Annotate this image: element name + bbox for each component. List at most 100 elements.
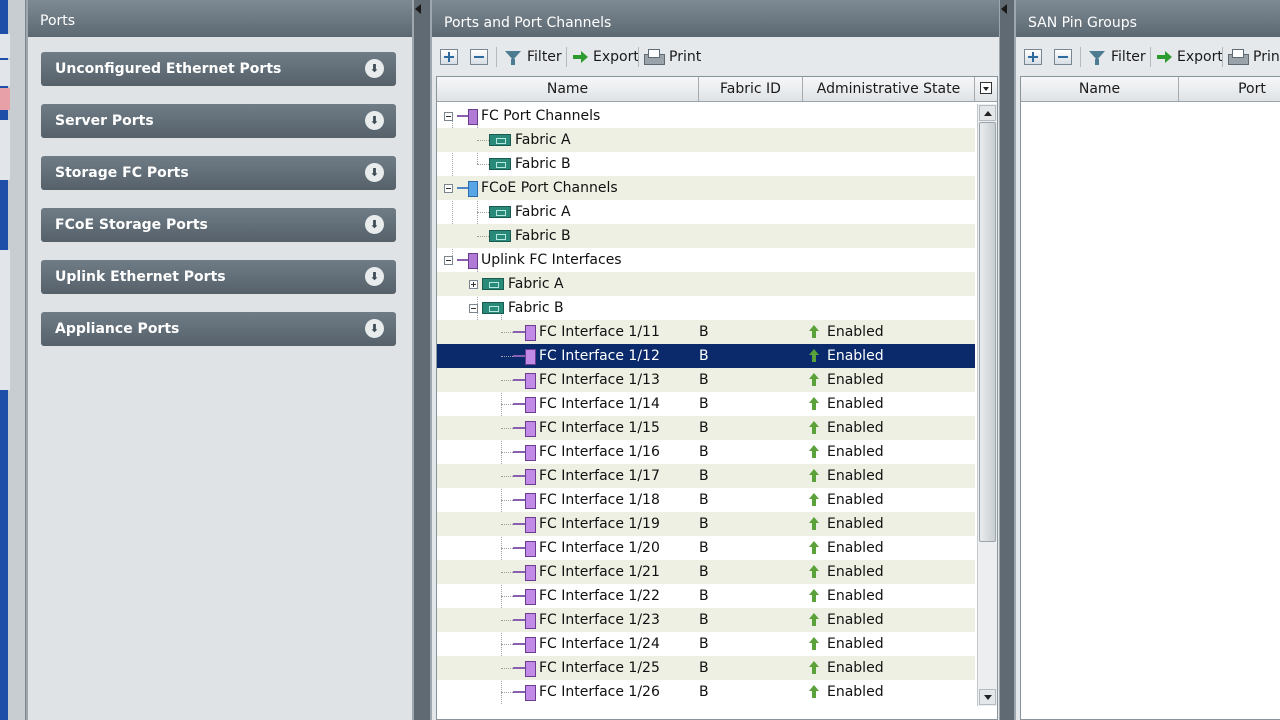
section-storage-fc-ports[interactable]: Storage FC Ports ⬇ <box>41 156 396 190</box>
column-header-administrative-state[interactable]: Administrative State <box>803 77 975 101</box>
remove-button[interactable] <box>470 47 488 67</box>
enabled-up-arrow-icon <box>809 661 819 675</box>
fabric-id-cell: B <box>699 348 709 364</box>
table-row[interactable]: FC Interface 1/25 B Enabled <box>437 656 975 680</box>
table-row[interactable]: FC Interface 1/21 B Enabled <box>437 560 975 584</box>
interface-name: FC Interface 1/25 <box>539 660 660 676</box>
fc-interface-icon <box>513 325 536 341</box>
section-server-ports[interactable]: Server Ports ⬇ <box>41 104 396 138</box>
section-unconfigured-ethernet-ports[interactable]: Unconfigured Ethernet Ports ⬇ <box>41 52 396 86</box>
fc-interface-icon <box>513 541 536 557</box>
column-header-fabric-id[interactable]: Fabric ID <box>699 77 803 101</box>
administrative-state-cell: Enabled <box>827 684 884 700</box>
collapse-toggle-icon[interactable] <box>444 183 453 193</box>
scrollbar-thumb[interactable] <box>979 122 996 542</box>
main-toolbar: Filter Export Print <box>432 37 999 75</box>
plus-icon <box>440 49 458 65</box>
table-row[interactable]: FC Interface 1/15 B Enabled <box>437 416 975 440</box>
table-row[interactable]: FC Interface 1/19 B Enabled <box>437 512 975 536</box>
tree-row-fc-pc-fabric-a[interactable]: Fabric A <box>437 128 975 152</box>
tree-row-fcoe-pc-fabric-a[interactable]: Fabric A <box>437 200 975 224</box>
collapse-left-arrow-icon[interactable] <box>415 4 421 14</box>
fabric-id-cell: B <box>699 372 709 388</box>
chevron-down-icon: ⬇ <box>365 111 384 130</box>
section-uplink-ethernet-ports[interactable]: Uplink Ethernet Ports ⬇ <box>41 260 396 294</box>
fabric-id-cell: B <box>699 684 709 700</box>
fabric-id-cell: B <box>699 612 709 628</box>
san-print-button[interactable]: Prin <box>1228 47 1280 67</box>
table-row[interactable]: FC Interface 1/13 B Enabled <box>437 368 975 392</box>
column-header-name[interactable]: Name <box>437 77 699 101</box>
san-add-button[interactable] <box>1024 47 1042 67</box>
san-filter-button[interactable]: Filter <box>1088 47 1146 67</box>
interface-name: FC Interface 1/17 <box>539 468 660 484</box>
administrative-state-cell: Enabled <box>827 396 884 412</box>
table-row[interactable]: FC Interface 1/16 B Enabled <box>437 440 975 464</box>
enabled-up-arrow-icon <box>809 469 819 483</box>
collapse-toggle-icon[interactable] <box>444 255 453 265</box>
table-row[interactable]: FC Interface 1/26 B Enabled <box>437 680 975 704</box>
chevron-down-icon: ⬇ <box>365 215 384 234</box>
fc-interface-icon <box>513 517 536 533</box>
table-row[interactable]: FC Interface 1/14 B Enabled <box>437 392 975 416</box>
san-remove-button[interactable] <box>1054 47 1072 67</box>
section-appliance-ports[interactable]: Appliance Ports ⬇ <box>41 312 396 346</box>
tree-row-uplink-fabric-b[interactable]: Fabric B <box>437 296 975 320</box>
interface-name: FC Interface 1/23 <box>539 612 660 628</box>
tree-row-uplink-fabric-a[interactable]: Fabric A <box>437 272 975 296</box>
app-window: Ports Unconfigured Ethernet Ports ⬇ Serv… <box>0 0 1280 720</box>
vertical-scrollbar[interactable] <box>977 104 997 706</box>
expand-toggle-icon[interactable] <box>469 279 478 289</box>
fabric-id-cell: B <box>699 420 709 436</box>
table-row[interactable]: FC Interface 1/24 B Enabled <box>437 632 975 656</box>
table-row[interactable]: FC Interface 1/20 B Enabled <box>437 536 975 560</box>
add-button[interactable] <box>440 47 458 67</box>
enabled-up-arrow-icon <box>809 637 819 651</box>
table-row[interactable]: FC Interface 1/12 B Enabled <box>437 344 975 368</box>
scroll-down-button[interactable] <box>979 689 996 705</box>
tree-row-fc-port-channels[interactable]: FC Port Channels <box>437 104 975 128</box>
san-export-button[interactable]: Export <box>1157 47 1223 67</box>
column-chooser-button[interactable] <box>975 77 997 101</box>
fabric-icon <box>489 134 511 146</box>
main-panel-title: Ports and Port Channels <box>432 0 999 37</box>
table-row[interactable]: FC Interface 1/11 B Enabled <box>437 320 975 344</box>
chevron-down-icon: ⬇ <box>365 163 384 182</box>
section-fcoe-storage-ports[interactable]: FCoE Storage Ports ⬇ <box>41 208 396 242</box>
collapse-toggle-icon[interactable] <box>444 111 453 121</box>
column-header-port[interactable]: Port <box>1179 77 1280 101</box>
administrative-state-cell: Enabled <box>827 564 884 580</box>
ports-table: Name Fabric ID Administrative State FC P… <box>436 76 998 720</box>
collapse-toggle-icon[interactable] <box>469 303 478 313</box>
table-row[interactable]: FC Interface 1/17 B Enabled <box>437 464 975 488</box>
tree-row-fc-pc-fabric-b[interactable]: Fabric B <box>437 152 975 176</box>
enabled-up-arrow-icon <box>809 517 819 531</box>
tree-row-fcoe-port-channels[interactable]: FCoE Port Channels <box>437 176 975 200</box>
san-toolbar: Filter Export Prin <box>1016 37 1280 75</box>
fc-interface-icon <box>513 469 536 485</box>
print-button[interactable]: Print <box>644 47 701 67</box>
enabled-up-arrow-icon <box>809 565 819 579</box>
export-button[interactable]: Export <box>573 47 639 67</box>
administrative-state-cell: Enabled <box>827 588 884 604</box>
filter-button[interactable]: Filter <box>504 47 562 67</box>
administrative-state-cell: Enabled <box>827 348 884 364</box>
splitter-left[interactable] <box>414 0 430 720</box>
column-header-name[interactable]: Name <box>1021 77 1179 101</box>
splitter-right[interactable] <box>1000 0 1014 720</box>
interface-name: FC Interface 1/16 <box>539 444 660 460</box>
table-header: Name Fabric ID Administrative State <box>437 77 997 102</box>
table-row[interactable]: FC Interface 1/22 B Enabled <box>437 584 975 608</box>
administrative-state-cell: Enabled <box>827 660 884 676</box>
table-row[interactable]: FC Interface 1/18 B Enabled <box>437 488 975 512</box>
printer-icon <box>644 49 665 65</box>
table-row[interactable]: FC Interface 1/23 B Enabled <box>437 608 975 632</box>
collapse-left-arrow-icon[interactable] <box>1001 4 1007 14</box>
fabric-id-cell: B <box>699 468 709 484</box>
minus-icon <box>1054 49 1072 65</box>
tree-row-fcoe-pc-fabric-b[interactable]: Fabric B <box>437 224 975 248</box>
tree-row-uplink-fc-interfaces[interactable]: Uplink FC Interfaces <box>437 248 975 272</box>
fc-interface-icon <box>513 397 536 413</box>
scroll-up-button[interactable] <box>979 105 996 121</box>
fc-interface-icon <box>513 637 536 653</box>
